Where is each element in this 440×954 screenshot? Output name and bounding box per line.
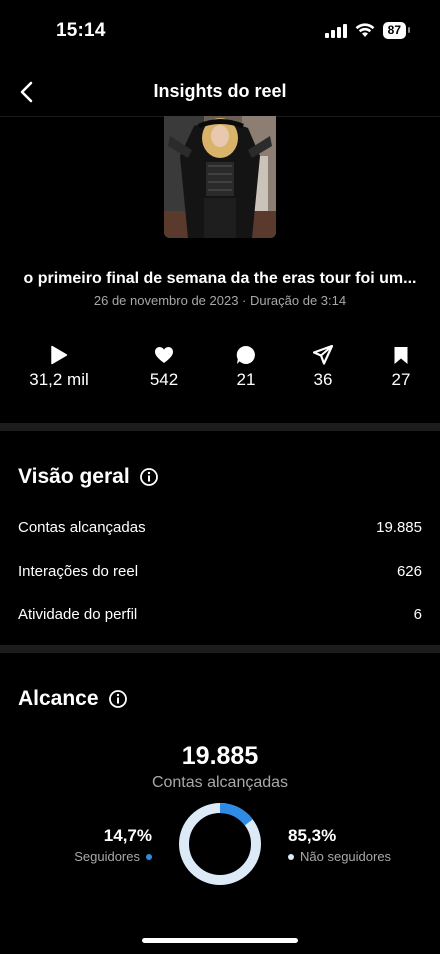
page-title: Insights do reel bbox=[153, 81, 287, 101]
home-indicator bbox=[142, 938, 298, 943]
share-icon bbox=[313, 345, 333, 365]
bookmark-icon bbox=[394, 346, 408, 364]
stat-value: 21 bbox=[236, 370, 256, 389]
followers-legend: Seguidores bbox=[74, 849, 152, 864]
stat-plays[interactable]: 31,2 mil bbox=[19, 344, 99, 390]
non-followers-legend: Não seguidores bbox=[288, 849, 391, 864]
signal-icon bbox=[324, 23, 347, 38]
nav-bar: Insights do reel bbox=[0, 70, 440, 114]
overview-row-accounts-reached[interactable]: Contas alcançadas 19.885 bbox=[18, 519, 422, 536]
battery-indicator: 87 bbox=[382, 22, 411, 39]
overview-row-reel-interactions[interactable]: Interações do reel 626 bbox=[18, 563, 422, 580]
stat-value: 27 bbox=[391, 370, 411, 389]
non-followers-percent: 85,3% bbox=[288, 826, 337, 845]
followers-label: Seguidores bbox=[74, 849, 140, 864]
non-followers-dot bbox=[288, 853, 294, 860]
overview-title: Visão geral bbox=[18, 465, 130, 488]
reach-total: 19.885 bbox=[181, 742, 259, 770]
status-bar: 15:14 87 bbox=[0, 0, 440, 64]
stat-value: 542 bbox=[149, 370, 179, 389]
reel-meta: 26 de novembro de 2023 · Duração de 3:14 bbox=[93, 293, 347, 308]
status-time: 15:14 bbox=[56, 20, 106, 41]
row-value: 6 bbox=[413, 606, 422, 623]
section-separator bbox=[0, 423, 440, 431]
comment-icon bbox=[236, 345, 255, 364]
info-icon[interactable] bbox=[139, 468, 158, 486]
overview-row-profile-activity[interactable]: Atividade do perfil 6 bbox=[18, 606, 422, 623]
reach-total-label: Contas alcançadas bbox=[151, 774, 289, 791]
non-followers-stat: 85,3% Não seguidores bbox=[288, 826, 391, 864]
stat-value: 36 bbox=[313, 370, 333, 389]
reach-title: Alcance bbox=[18, 687, 99, 710]
reach-donut-chart bbox=[179, 803, 261, 885]
reel-thumbnail[interactable] bbox=[164, 116, 276, 238]
stat-comments[interactable]: 21 bbox=[206, 344, 286, 390]
stat-likes[interactable]: 542 bbox=[124, 344, 204, 390]
row-value: 626 bbox=[396, 563, 422, 580]
reel-thumbnail-image bbox=[164, 116, 276, 238]
status-icons: 87 bbox=[324, 22, 411, 39]
row-label: Contas alcançadas bbox=[18, 519, 146, 536]
followers-dot bbox=[146, 853, 152, 860]
followers-percent: 14,7% bbox=[103, 826, 152, 845]
wifi-icon bbox=[355, 23, 375, 37]
heart-icon bbox=[155, 347, 173, 363]
row-value: 19.885 bbox=[376, 519, 422, 536]
followers-stat: 14,7% Seguidores bbox=[74, 826, 152, 864]
overview-header: Visão geral bbox=[18, 465, 158, 489]
row-label: Atividade do perfil bbox=[18, 606, 138, 623]
stat-value: 31,2 mil bbox=[29, 370, 89, 389]
stat-shares[interactable]: 36 bbox=[283, 344, 363, 390]
reel-caption: o primeiro final de semana da the eras t… bbox=[23, 270, 417, 287]
stat-saves[interactable]: 27 bbox=[361, 344, 440, 390]
info-icon[interactable] bbox=[108, 690, 127, 708]
section-separator bbox=[0, 645, 440, 653]
non-followers-label: Não seguidores bbox=[300, 849, 392, 864]
row-label: Interações do reel bbox=[18, 563, 139, 580]
reel-stats: 31,2 mil 542 21 36 27 bbox=[0, 344, 440, 394]
reach-header: Alcance bbox=[18, 687, 127, 711]
play-icon bbox=[51, 345, 68, 365]
